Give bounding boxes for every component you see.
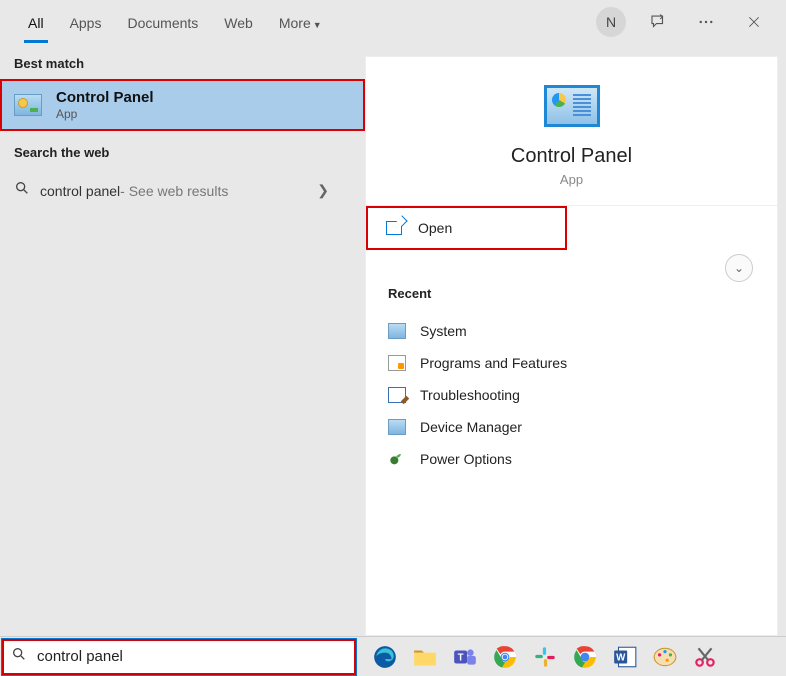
device-manager-icon: [388, 419, 406, 435]
taskbar-app-chrome[interactable]: [491, 643, 519, 671]
chevron-right-icon: ❯: [317, 182, 351, 199]
open-label: Open: [418, 220, 452, 236]
recent-item-device-manager[interactable]: Device Manager: [388, 411, 755, 443]
titlebar-controls: N: [596, 6, 778, 38]
svg-text:T: T: [458, 652, 464, 663]
programs-icon: [388, 355, 406, 371]
recent-header: Recent: [388, 286, 755, 301]
user-avatar[interactable]: N: [596, 7, 626, 37]
best-match-title: Control Panel: [56, 89, 154, 106]
recent-item-label: Power Options: [420, 451, 512, 467]
open-icon: [386, 221, 402, 235]
search-box[interactable]: [1, 638, 357, 676]
troubleshooting-icon: [388, 387, 406, 403]
control-panel-icon: [544, 85, 600, 127]
search-input[interactable]: [37, 648, 347, 665]
recent-item-programs[interactable]: Programs and Features: [388, 347, 755, 379]
detail-header: Control Panel App: [366, 57, 777, 206]
close-button[interactable]: [738, 6, 770, 38]
search-web-header: Search the web: [0, 133, 365, 168]
tab-documents[interactable]: Documents: [127, 3, 198, 41]
detail-title: Control Panel: [511, 145, 632, 168]
web-result-query: control panel: [40, 183, 120, 199]
svg-text:W: W: [616, 652, 626, 663]
taskbar-app-snip[interactable]: [691, 643, 719, 671]
web-result-suffix: - See web results: [120, 183, 228, 199]
expand-actions-button[interactable]: ⌄: [725, 254, 753, 282]
power-options-icon: [388, 451, 406, 467]
recent-item-power-options[interactable]: Power Options: [388, 443, 755, 475]
recent-item-system[interactable]: System: [388, 315, 755, 347]
tab-web[interactable]: Web: [224, 3, 253, 41]
detail-actions: Open ⌄ Recent System Programs and Featur…: [366, 206, 777, 485]
open-action[interactable]: Open: [366, 206, 567, 250]
taskbar-app-explorer[interactable]: [411, 643, 439, 671]
recent-item-label: System: [420, 323, 467, 339]
recent-item-label: Programs and Features: [420, 355, 567, 371]
tab-apps[interactable]: Apps: [70, 3, 102, 41]
taskbar-app-word[interactable]: W: [611, 643, 639, 671]
taskbar-app-slack[interactable]: [531, 643, 559, 671]
taskbar-apps: T W: [371, 643, 719, 671]
feedback-icon[interactable]: [642, 6, 674, 38]
tab-all[interactable]: All: [28, 3, 44, 41]
best-match-header: Best match: [0, 44, 365, 79]
titlebar: All Apps Documents Web More▼ N: [0, 0, 786, 44]
recent-item-label: Troubleshooting: [420, 387, 520, 403]
web-search-result[interactable]: control panel - See web results ❯: [0, 168, 365, 213]
chevron-down-icon: ▼: [313, 20, 322, 30]
search-icon: [11, 646, 31, 667]
tab-more[interactable]: More▼: [279, 3, 322, 41]
taskbar-app-chrome-alt[interactable]: [571, 643, 599, 671]
detail-subtitle: App: [560, 172, 583, 187]
taskbar-app-edge[interactable]: [371, 643, 399, 671]
recent-item-troubleshooting[interactable]: Troubleshooting: [388, 379, 755, 411]
best-match-result[interactable]: Control Panel App: [0, 79, 365, 131]
taskbar: T W: [0, 636, 786, 676]
chevron-down-icon: ⌄: [734, 261, 744, 275]
filter-tabs: All Apps Documents Web More▼: [8, 3, 596, 41]
taskbar-app-teams[interactable]: T: [451, 643, 479, 671]
system-icon: [388, 323, 406, 339]
more-options-icon[interactable]: [690, 6, 722, 38]
control-panel-icon: [14, 94, 42, 116]
best-match-subtitle: App: [56, 107, 154, 121]
detail-pane: Control Panel App Open ⌄ Recent System: [365, 56, 778, 636]
search-icon: [14, 180, 34, 201]
recent-section: Recent System Programs and Features Trou…: [366, 250, 777, 485]
taskbar-app-paint[interactable]: [651, 643, 679, 671]
recent-item-label: Device Manager: [420, 419, 522, 435]
results-pane: Best match Control Panel App Search the …: [0, 44, 365, 636]
